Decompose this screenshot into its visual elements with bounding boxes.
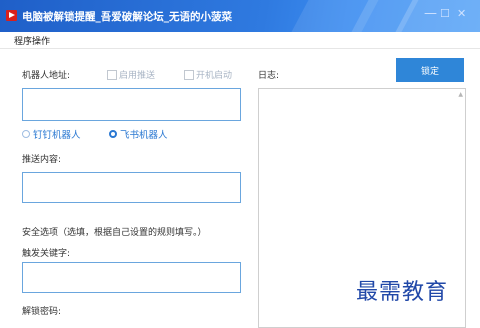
- push-content-input[interactable]: [22, 172, 241, 203]
- radio-feishu-label: 飞书机器人: [120, 130, 168, 141]
- window-title: 电脑被解锁提醒_吾爱破解论坛_无语的小菠菜: [22, 11, 232, 23]
- minimize-button[interactable]: —: [424, 6, 437, 21]
- app-icon: [6, 10, 17, 21]
- scroll-up-icon[interactable]: ▲: [458, 91, 463, 98]
- radio-dingtalk-label: 钉钉机器人: [33, 130, 81, 141]
- autostart-label: 开机启动: [196, 71, 233, 81]
- autostart-checkbox[interactable]: 开机启动: [184, 68, 232, 81]
- trigger-keyword-label: 触发关键字:: [22, 249, 71, 259]
- maximize-button[interactable]: ☐: [440, 7, 450, 20]
- checkbox-box: [107, 69, 117, 80]
- push-content-label: 推送内容:: [22, 155, 62, 165]
- close-button[interactable]: ✕: [457, 7, 466, 20]
- menu-item-program-ops[interactable]: 程序操作: [14, 34, 50, 47]
- radio-dingtalk-robot[interactable]: 钉钉机器人: [22, 127, 81, 141]
- enable-push-checkbox[interactable]: 启用推送: [107, 68, 155, 81]
- enable-push-label: 启用推送: [119, 71, 156, 81]
- watermark-text: 最需教育: [356, 280, 449, 305]
- robot-address-label: 机器人地址:: [22, 71, 71, 81]
- menu-bar: 程序操作: [0, 32, 480, 49]
- radio-circle: [22, 130, 30, 138]
- log-label: 日志:: [258, 71, 280, 81]
- radio-circle-selected: [109, 130, 117, 138]
- title-bar: 电脑被解锁提醒_吾爱破解论坛_无语的小菠菜 — ☐ ✕: [0, 0, 480, 32]
- unlock-password-label: 解锁密码:: [22, 307, 62, 317]
- checkbox-box: [184, 69, 194, 80]
- lock-button[interactable]: 锁定: [396, 58, 464, 82]
- radio-feishu-robot[interactable]: 飞书机器人: [109, 127, 168, 141]
- robot-address-input[interactable]: [22, 88, 241, 121]
- trigger-keyword-input[interactable]: [22, 262, 241, 293]
- security-note: 安全选项（选填，根据自己设置的规则填写。）: [22, 228, 207, 238]
